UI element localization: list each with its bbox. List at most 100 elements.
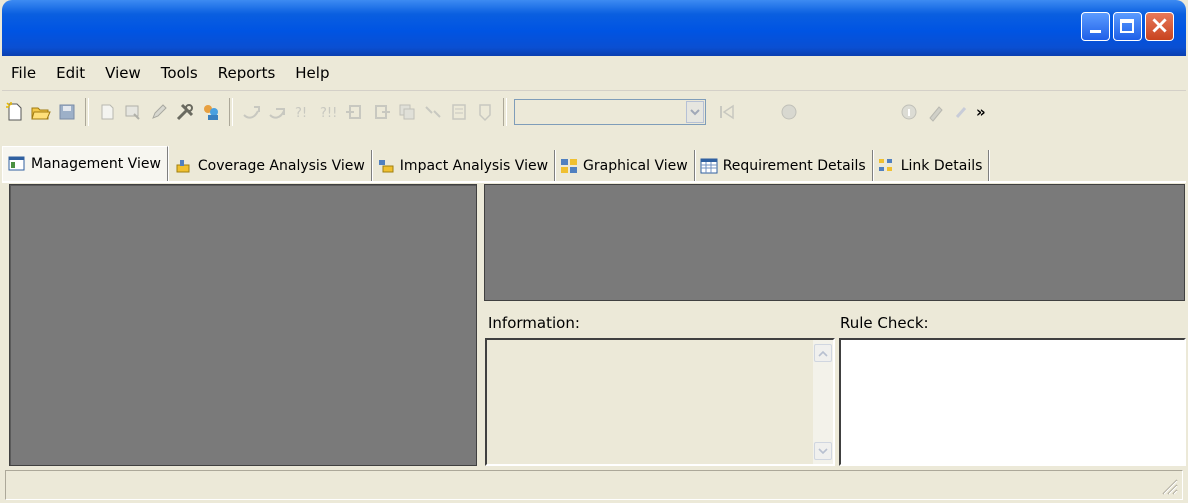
tab-label: Coverage Analysis View xyxy=(197,157,365,174)
combo-arrow-button[interactable] xyxy=(686,101,704,123)
rule-check-textarea[interactable] xyxy=(839,338,1186,466)
tree-panel[interactable] xyxy=(9,184,477,466)
users-icon xyxy=(204,105,218,120)
title-bar: × xyxy=(2,0,1186,56)
tools-button[interactable] xyxy=(174,101,196,123)
graphical-view-icon xyxy=(561,158,578,173)
menu-help[interactable]: Help xyxy=(285,64,339,82)
copy-button[interactable] xyxy=(396,101,418,123)
maximize-icon xyxy=(1120,19,1134,33)
toolbar: ?! ?!! » xyxy=(2,92,1186,132)
status-bar xyxy=(5,470,1183,500)
menu-file[interactable]: File xyxy=(2,64,46,82)
unlink-button[interactable] xyxy=(422,101,444,123)
tab-coverage-analysis-view[interactable]: Coverage Analysis View xyxy=(170,150,372,181)
new-file-button[interactable] xyxy=(4,101,26,123)
new-document-icon xyxy=(101,104,114,120)
close-icon: × xyxy=(1149,11,1170,39)
link-forward-button[interactable] xyxy=(266,101,288,123)
attach-button[interactable] xyxy=(950,101,972,123)
first-record-button[interactable] xyxy=(716,101,738,123)
information-textarea[interactable] xyxy=(485,338,835,466)
trace-button[interactable]: ?! xyxy=(292,101,314,123)
info-button[interactable] xyxy=(898,101,920,123)
settings-button[interactable] xyxy=(924,101,946,123)
tab-label: Graphical View xyxy=(583,157,688,174)
import-button[interactable] xyxy=(344,101,366,123)
save-button[interactable] xyxy=(56,101,78,123)
coverage-analysis-icon xyxy=(176,159,190,172)
svg-text:?!!: ?!! xyxy=(320,106,337,121)
link-icon xyxy=(243,106,260,119)
dropdown-icon xyxy=(479,104,491,122)
globe-icon xyxy=(781,104,797,120)
scroll-down-button[interactable] xyxy=(814,442,832,460)
tab-label: Requirement Details xyxy=(722,157,866,174)
first-record-icon xyxy=(720,104,734,120)
tab-label: Link Details xyxy=(900,157,983,174)
toolbar-separator xyxy=(85,98,89,126)
window-controls: × xyxy=(1081,11,1174,41)
menu-view[interactable]: View xyxy=(95,64,151,82)
tab-content-border xyxy=(2,181,1186,183)
unlink-icon xyxy=(425,106,441,118)
tab-impact-analysis-view[interactable]: Impact Analysis View xyxy=(372,150,556,181)
svg-text:?!: ?! xyxy=(295,106,307,121)
toolbar-separator xyxy=(229,98,233,126)
filter-button[interactable] xyxy=(122,101,144,123)
management-view-icon xyxy=(8,156,25,171)
pencil-icon xyxy=(152,104,167,119)
menu-tools[interactable]: Tools xyxy=(151,64,208,82)
document-button[interactable] xyxy=(448,101,470,123)
menu-bar: File Edit View Tools Reports Help xyxy=(2,56,1186,91)
tab-requirement-details[interactable]: Requirement Details xyxy=(695,150,873,181)
toolbar-separator xyxy=(503,98,507,126)
chevron-down-icon xyxy=(818,447,828,454)
tab-management-view[interactable]: Management View xyxy=(2,146,168,181)
globe-button[interactable] xyxy=(778,101,800,123)
filter-combo[interactable] xyxy=(514,99,706,125)
open-folder-button[interactable] xyxy=(30,101,52,123)
tab-label: Impact Analysis View xyxy=(399,157,549,174)
link-details-icon xyxy=(878,158,892,171)
trace-all-button[interactable]: ?!! xyxy=(318,101,340,123)
maximize-button[interactable] xyxy=(1113,12,1142,41)
tools-icon xyxy=(176,103,194,121)
toolbar-overflow-button[interactable]: » xyxy=(976,103,986,121)
information-label: Information: xyxy=(488,314,580,332)
link-forward-icon xyxy=(269,108,285,119)
rule-check-label: Rule Check: xyxy=(840,314,929,332)
paperclip-icon xyxy=(955,107,967,118)
menu-edit[interactable]: Edit xyxy=(46,64,95,82)
link-button[interactable] xyxy=(240,101,262,123)
save-icon xyxy=(59,104,75,120)
users-button[interactable] xyxy=(200,101,222,123)
document-icon xyxy=(452,104,466,120)
tab-link-details[interactable]: Link Details xyxy=(873,150,990,181)
vertical-splitter[interactable] xyxy=(477,184,484,466)
new-file-icon xyxy=(6,102,22,121)
filter-icon xyxy=(125,105,140,120)
settings-icon xyxy=(929,106,943,122)
close-button[interactable]: × xyxy=(1145,11,1174,41)
export-button[interactable] xyxy=(370,101,392,123)
menu-reports[interactable]: Reports xyxy=(208,64,286,82)
edit-button[interactable] xyxy=(148,101,170,123)
vertical-scrollbar[interactable] xyxy=(813,340,833,464)
resize-grip-icon[interactable] xyxy=(1158,475,1178,495)
new-requirement-button[interactable] xyxy=(96,101,118,123)
import-icon xyxy=(346,105,361,119)
copy-icon xyxy=(399,104,415,120)
info-icon xyxy=(901,104,917,120)
view-tabs: Management View Coverage Analysis View I… xyxy=(2,146,1186,181)
dropdown-button[interactable] xyxy=(474,101,496,123)
trace-all-icon: ?!! xyxy=(320,106,337,121)
details-panel[interactable] xyxy=(484,184,1185,301)
scroll-up-button[interactable] xyxy=(814,344,832,362)
minimize-button[interactable] xyxy=(1081,12,1110,41)
tab-graphical-view[interactable]: Graphical View xyxy=(555,150,695,181)
chevron-up-icon xyxy=(818,350,828,357)
trace-icon: ?! xyxy=(295,106,307,121)
tab-label: Management View xyxy=(31,156,161,172)
export-icon xyxy=(375,105,390,119)
